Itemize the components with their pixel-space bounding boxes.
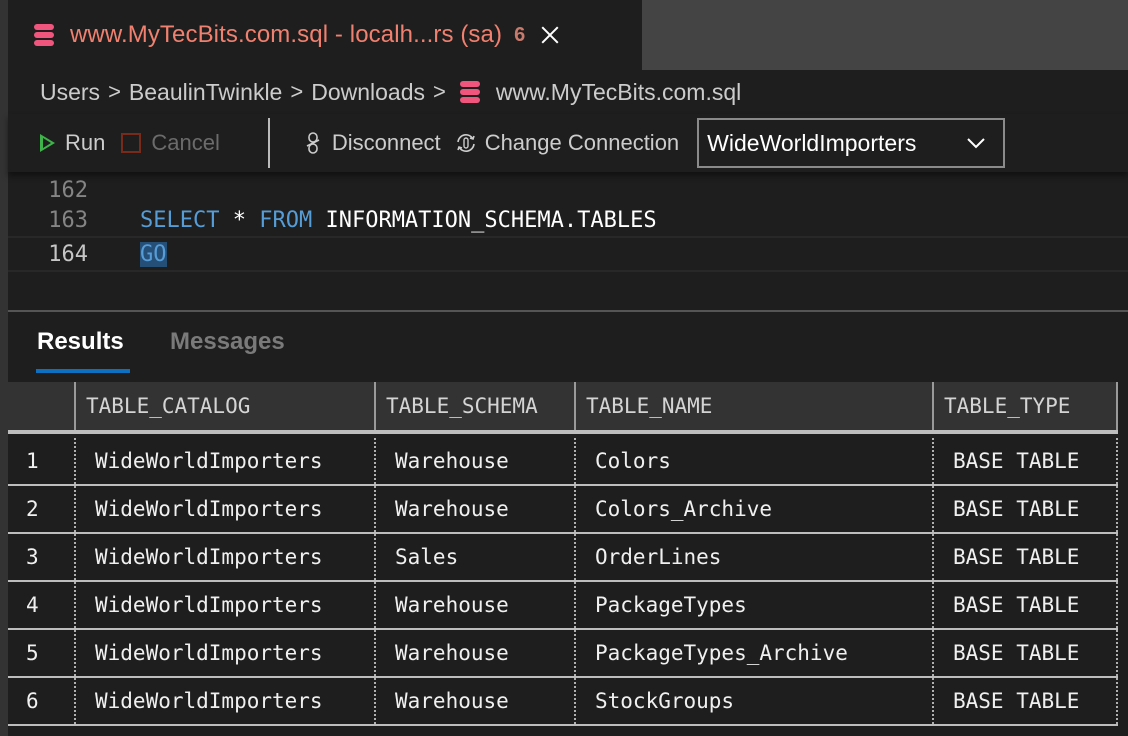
cell-table-schema[interactable]: Sales bbox=[374, 534, 574, 580]
column-header-table-name[interactable]: TABLE_NAME bbox=[574, 382, 932, 430]
line-number: 163 bbox=[48, 207, 88, 233]
line-number: 164 bbox=[48, 241, 88, 267]
editor-tab-bar: www.MyTecBits.com.sql - localh...rs (sa)… bbox=[8, 0, 1128, 70]
query-toolbar: Run Cancel Disconnect Change Connection … bbox=[8, 114, 1128, 172]
run-label: Run bbox=[65, 130, 106, 155]
change-connection-button[interactable]: Change Connection bbox=[455, 130, 679, 156]
column-header-table-type[interactable]: TABLE_TYPE bbox=[932, 382, 1118, 430]
breadcrumb: Users > BeaulinTwinkle > Downloads > www… bbox=[8, 70, 1128, 114]
editor-tab[interactable]: www.MyTecBits.com.sql - localh...rs (sa)… bbox=[8, 0, 642, 70]
cell-table-schema[interactable]: Warehouse bbox=[374, 678, 574, 724]
run-button[interactable]: Run bbox=[40, 130, 105, 156]
row-number[interactable]: 1 bbox=[8, 438, 74, 484]
table-row[interactable]: 6 WideWorldImporters Warehouse StockGroups B… bbox=[8, 678, 1118, 726]
table-row[interactable]: 3 WideWorldImporters Sales OrderLines BASE T… bbox=[8, 534, 1118, 582]
cell-table-schema[interactable]: Warehouse bbox=[374, 438, 574, 484]
code-editor[interactable]: 162 163 SELECT * FROM INFORMATION_SCHEMA… bbox=[8, 172, 1128, 310]
chevron-down-icon bbox=[967, 138, 985, 149]
cell-table-name[interactable]: StockGroups bbox=[574, 678, 932, 724]
row-number[interactable]: 4 bbox=[8, 582, 74, 628]
cell-table-catalog[interactable]: WideWorldImporters bbox=[74, 534, 374, 580]
row-border bbox=[1116, 630, 1118, 676]
cell-table-name[interactable]: Colors bbox=[574, 438, 932, 484]
code-identifier: INFORMATION_SCHEMA.TABLES bbox=[312, 207, 657, 233]
cell-table-catalog[interactable]: WideWorldImporters bbox=[74, 582, 374, 628]
cell-table-schema[interactable]: Warehouse bbox=[374, 582, 574, 628]
active-tab-indicator bbox=[36, 369, 130, 373]
code-line: 163 SELECT * FROM INFORMATION_SCHEMA.TAB… bbox=[8, 202, 1128, 238]
change-connection-icon bbox=[456, 134, 475, 152]
cell-table-type[interactable]: BASE TABLE bbox=[932, 582, 1118, 628]
cancel-label: Cancel bbox=[151, 130, 220, 155]
cancel-button[interactable]: Cancel bbox=[105, 130, 220, 156]
breadcrumb-item-user[interactable]: BeaulinTwinkle bbox=[129, 79, 282, 106]
code-text: SELECT * FROM INFORMATION_SCHEMA.TABLES bbox=[140, 208, 657, 233]
cell-table-type[interactable]: BASE TABLE bbox=[932, 438, 1118, 484]
row-border bbox=[1116, 678, 1118, 724]
results-tabs: Results Messages bbox=[8, 312, 1128, 382]
row-border bbox=[1116, 486, 1118, 532]
tab-results[interactable]: Results bbox=[37, 328, 124, 356]
code-operator: * bbox=[219, 207, 260, 233]
cell-table-type[interactable]: BASE TABLE bbox=[932, 486, 1118, 532]
row-number[interactable]: 6 bbox=[8, 678, 74, 724]
code-line-current: 164 GO bbox=[8, 236, 1128, 272]
database-select-value: WideWorldImporters bbox=[707, 129, 917, 156]
activity-bar-edge bbox=[0, 0, 8, 736]
table-row[interactable]: 1 WideWorldImporters Warehouse Colors BASE T… bbox=[8, 438, 1118, 486]
table-row[interactable]: 2 WideWorldImporters Warehouse Colors_Archi… bbox=[8, 486, 1118, 534]
chevron-right-icon: > bbox=[108, 79, 121, 104]
disconnect-button[interactable]: Disconnect bbox=[302, 130, 441, 156]
cell-table-catalog[interactable]: WideWorldImporters bbox=[74, 630, 374, 676]
chevron-right-icon: > bbox=[433, 79, 446, 104]
cell-table-schema[interactable]: Warehouse bbox=[374, 630, 574, 676]
row-number[interactable]: 2 bbox=[8, 486, 74, 532]
row-border bbox=[1116, 534, 1118, 580]
cell-table-type[interactable]: BASE TABLE bbox=[932, 630, 1118, 676]
cell-table-name[interactable]: OrderLines bbox=[574, 534, 932, 580]
column-header-table-catalog[interactable]: TABLE_CATALOG bbox=[74, 382, 374, 430]
table-row[interactable]: 4 WideWorldImporters Warehouse PackageTypes… bbox=[8, 582, 1118, 630]
cell-table-schema[interactable]: Warehouse bbox=[374, 486, 574, 532]
cell-table-catalog[interactable]: WideWorldImporters bbox=[74, 678, 374, 724]
grid-header: TABLE_CATALOG TABLE_SCHEMA TABLE_NAME TA… bbox=[8, 382, 1118, 434]
keyword-from: FROM bbox=[259, 207, 313, 233]
cell-table-name[interactable]: PackageTypes_Archive bbox=[574, 630, 932, 676]
database-icon bbox=[459, 81, 480, 103]
close-icon[interactable] bbox=[539, 24, 561, 46]
toolbar-divider bbox=[267, 118, 270, 168]
cell-table-name[interactable]: Colors_Archive bbox=[574, 486, 932, 532]
breadcrumb-item-file[interactable]: www.MyTecBits.com.sql bbox=[496, 79, 741, 106]
breadcrumb-item-users[interactable]: Users bbox=[40, 79, 100, 106]
cell-table-type[interactable]: BASE TABLE bbox=[932, 678, 1118, 724]
disconnect-label: Disconnect bbox=[331, 130, 441, 155]
table-row[interactable]: 5 WideWorldImporters Warehouse PackageTypes… bbox=[8, 630, 1118, 678]
row-border bbox=[1116, 438, 1118, 484]
results-grid[interactable]: TABLE_CATALOG TABLE_SCHEMA TABLE_NAME TA… bbox=[8, 382, 1128, 736]
code-text: GO bbox=[140, 241, 167, 267]
tab-messages[interactable]: Messages bbox=[170, 328, 285, 356]
change-connection-label: Change Connection bbox=[484, 130, 680, 155]
database-select[interactable]: WideWorldImporters bbox=[697, 118, 1006, 168]
keyword-go: GO bbox=[140, 241, 167, 267]
stop-icon bbox=[121, 133, 142, 153]
play-icon bbox=[40, 134, 55, 152]
row-number[interactable]: 3 bbox=[8, 534, 74, 580]
breadcrumb-item-downloads[interactable]: Downloads bbox=[311, 79, 425, 106]
row-number[interactable]: 5 bbox=[8, 630, 74, 676]
keyword-select: SELECT bbox=[140, 207, 220, 233]
tab-title: www.MyTecBits.com.sql - localh...rs (sa) bbox=[70, 21, 503, 48]
disconnect-icon bbox=[306, 132, 320, 154]
cell-table-type[interactable]: BASE TABLE bbox=[932, 534, 1118, 580]
line-number: 162 bbox=[48, 177, 88, 203]
cell-table-name[interactable]: PackageTypes bbox=[574, 582, 932, 628]
row-border bbox=[1116, 582, 1118, 628]
database-icon bbox=[34, 24, 54, 46]
cell-table-catalog[interactable]: WideWorldImporters bbox=[74, 438, 374, 484]
column-header-table-schema[interactable]: TABLE_SCHEMA bbox=[374, 382, 574, 430]
cell-table-catalog[interactable]: WideWorldImporters bbox=[74, 486, 374, 532]
problems-count-badge: 6 bbox=[514, 23, 526, 46]
chevron-right-icon: > bbox=[290, 79, 304, 104]
